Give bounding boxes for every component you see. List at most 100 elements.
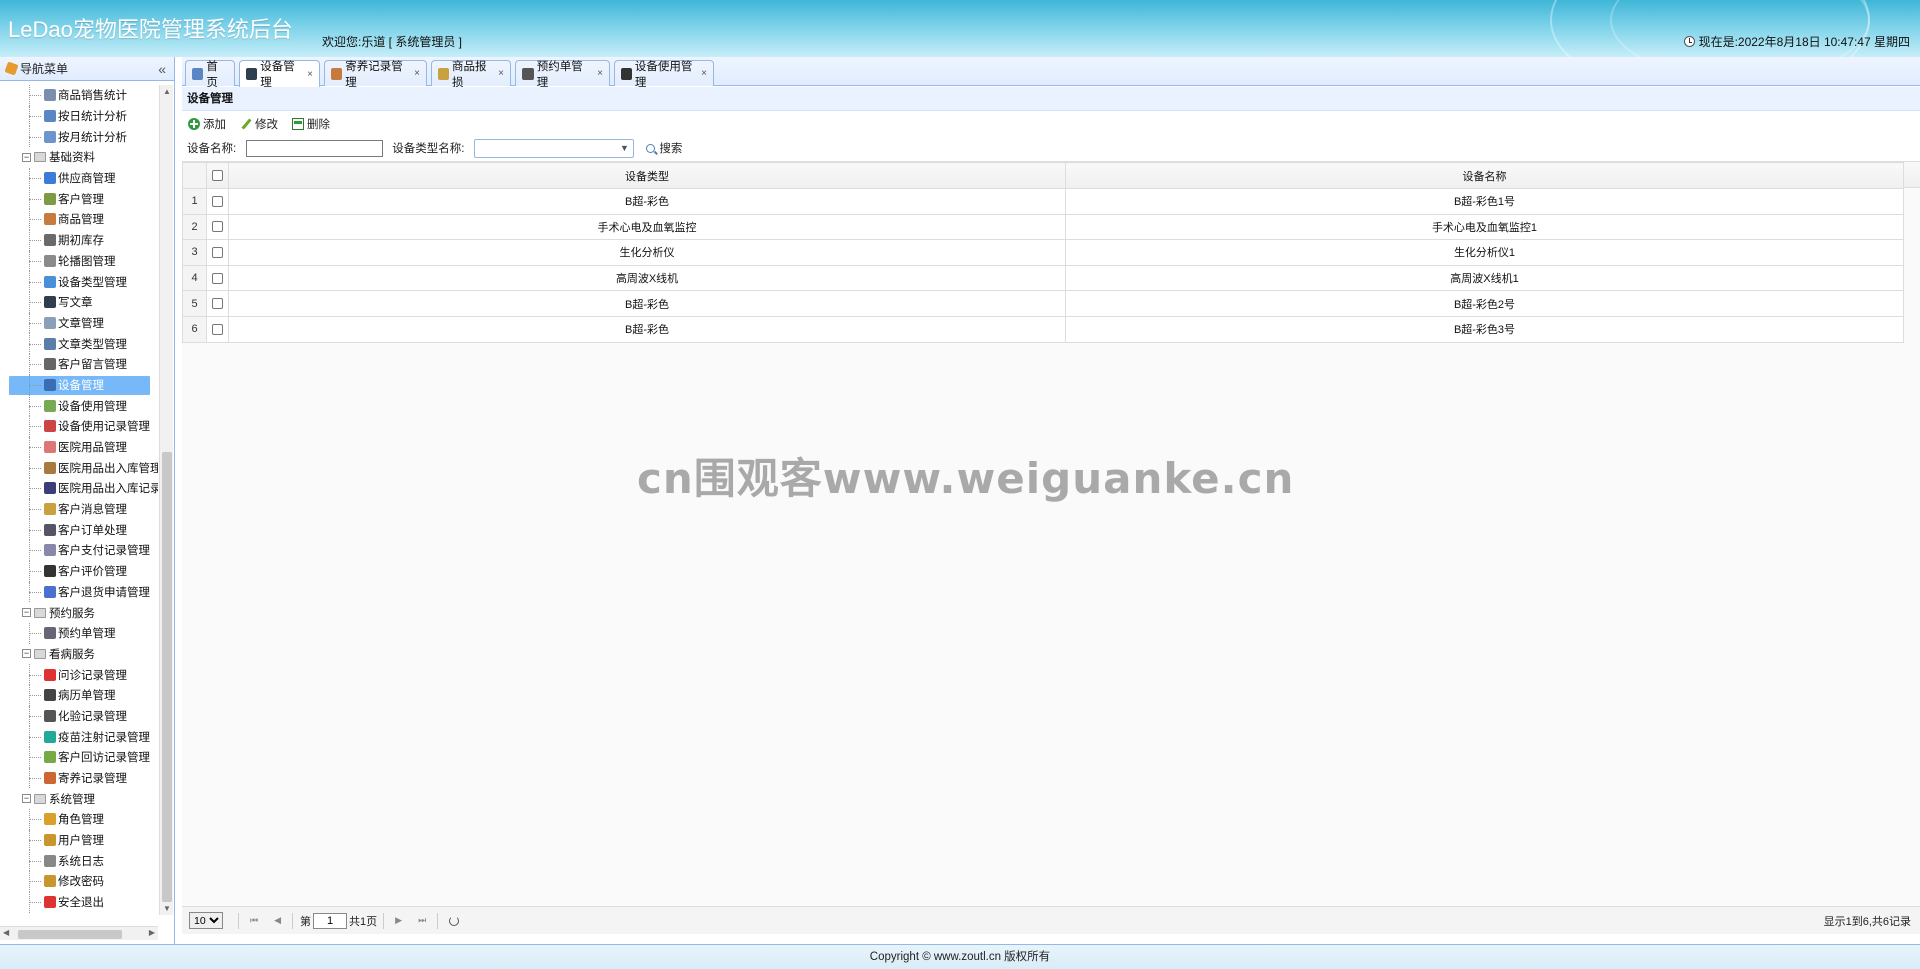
tab-5[interactable]: 设备使用管理 × (614, 60, 714, 89)
row-checkbox[interactable] (212, 247, 223, 259)
select-all-checkbox[interactable] (212, 170, 223, 182)
sidebar-item[interactable]: 预约单管理 (0, 622, 158, 644)
search-icon (646, 143, 656, 153)
refresh-icon[interactable] (449, 915, 460, 926)
tab-1[interactable]: 设备管理 × (239, 60, 320, 89)
sidebar-item[interactable]: 客户回访记录管理 (0, 747, 158, 768)
scroll-right-icon[interactable]: ▶ (149, 928, 155, 937)
first-page-icon[interactable]: ⏮ (250, 915, 258, 926)
scroll-up-icon[interactable]: ▲ (163, 87, 171, 96)
sidebar-item[interactable]: 供应商管理 (0, 167, 158, 189)
device-name-input[interactable] (246, 139, 384, 157)
sidebar-item[interactable]: 设备使用记录管理 (0, 416, 158, 437)
sidebar-item[interactable]: 病历单管理 (0, 684, 158, 706)
collapse-node-icon[interactable]: − (22, 794, 31, 804)
tab-icon (438, 67, 449, 80)
sidebar-item[interactable]: 客户支付记录管理 (0, 540, 158, 561)
sidebar-item[interactable]: 按月统计分析 (0, 126, 158, 147)
sidebar-item[interactable]: 客户消息管理 (0, 498, 158, 520)
column-header-device-name[interactable]: 设备名称 (1065, 162, 1904, 189)
sidebar-item[interactable]: 文章管理 (0, 312, 158, 334)
add-button[interactable]: 添加 (188, 116, 226, 132)
tab-4[interactable]: 预约单管理 × (515, 60, 610, 89)
table-row[interactable]: 4 高周波X线机 高周波X线机1 (182, 264, 1904, 292)
prev-page-icon[interactable]: ◀ (274, 915, 281, 926)
sidebar-item[interactable]: 修改密码 (0, 871, 158, 892)
sidebar-item[interactable]: 医院用品出入库管理 (0, 457, 158, 478)
collapse-node-icon[interactable]: − (22, 152, 31, 162)
collapse-node-icon[interactable]: − (22, 608, 31, 618)
close-tab-icon[interactable]: × (597, 68, 603, 79)
sidebar-item[interactable]: 按日统计分析 (0, 105, 158, 127)
close-tab-icon[interactable]: × (414, 68, 420, 79)
tab-3[interactable]: 商品报损 × (431, 60, 511, 89)
sidebar-item[interactable]: 用户管理 (0, 829, 158, 851)
tab-0[interactable]: 首页 (185, 60, 235, 89)
scroll-down-icon[interactable]: ▼ (163, 904, 171, 913)
sidebar-group[interactable]: − 系统管理 (0, 788, 158, 809)
sidebar-item[interactable]: 疫苗注射记录管理 (0, 726, 158, 747)
tab-label: 预约单管理 (536, 60, 583, 89)
sidebar-item[interactable]: 客户管理 (0, 188, 158, 209)
search-button[interactable]: 搜索 (646, 140, 682, 156)
sidebar-item[interactable]: 设备管理 (0, 374, 158, 396)
row-checkbox[interactable] (212, 323, 223, 335)
row-checkbox[interactable] (212, 221, 223, 233)
collapse-node-icon[interactable]: − (22, 649, 31, 659)
sidebar-item-label: 病历单管理 (58, 690, 116, 703)
edit-button[interactable]: 修改 (240, 116, 278, 132)
scrollbar-thumb[interactable] (18, 930, 122, 939)
sidebar-group[interactable]: − 预约服务 (0, 602, 158, 623)
sidebar-vertical-scrollbar[interactable]: ▲ ▼ (159, 85, 173, 915)
menu-item-icon (44, 875, 56, 888)
scrollbar-thumb[interactable] (162, 452, 172, 902)
sidebar-item[interactable]: 安全退出 (0, 891, 158, 913)
table-row[interactable]: 1 B超-彩色 B超-彩色1号 (182, 188, 1904, 215)
sidebar-item[interactable]: 商品管理 (0, 209, 158, 230)
scroll-left-icon[interactable]: ◀ (3, 928, 9, 937)
chevron-down-icon[interactable]: ▼ (615, 140, 633, 157)
page-size-select[interactable]: 10 (189, 912, 223, 929)
sidebar-item[interactable]: 问诊记录管理 (0, 664, 158, 685)
sidebar-item[interactable]: 医院用品出入库记录 (0, 478, 158, 499)
sidebar-item[interactable]: 写文章 (0, 291, 158, 313)
sidebar-item[interactable]: 化验记录管理 (0, 705, 158, 727)
sidebar-item[interactable]: 期初库存 (0, 229, 158, 251)
table-row[interactable]: 2 手术心电及血氧监控 手术心电及血氧监控1 (182, 213, 1904, 241)
sidebar-group[interactable]: − 基础资料 (0, 147, 158, 168)
close-tab-icon[interactable]: × (498, 68, 504, 79)
sidebar-group[interactable]: − 看病服务 (0, 644, 158, 665)
next-page-icon[interactable]: ▶ (395, 915, 402, 926)
row-checkbox[interactable] (212, 272, 223, 284)
table-row[interactable]: 6 B超-彩色 B超-彩色3号 (182, 315, 1904, 343)
sidebar-item[interactable]: 设备使用管理 (0, 395, 158, 416)
sidebar-item[interactable]: 客户退货申请管理 (0, 581, 158, 603)
sidebar-item[interactable]: 客户订单处理 (0, 519, 158, 540)
row-checkbox[interactable] (212, 298, 223, 310)
close-tab-icon[interactable]: × (307, 69, 313, 80)
table-row[interactable]: 3 生化分析仪 生化分析仪1 (182, 239, 1904, 266)
sidebar-item[interactable]: 角色管理 (0, 809, 158, 830)
last-page-icon[interactable]: ⏭ (418, 915, 426, 926)
sidebar-horizontal-scrollbar[interactable]: ◀ ▶ (0, 926, 158, 940)
page-number-input[interactable] (313, 912, 348, 929)
sidebar-item[interactable]: 文章类型管理 (0, 333, 158, 354)
sidebar-item[interactable]: 轮播图管理 (0, 250, 158, 272)
tab-2[interactable]: 寄养记录管理 × (324, 60, 427, 89)
collapse-sidebar-button[interactable]: « (158, 61, 166, 77)
device-type-select[interactable]: ▼ (474, 138, 635, 158)
sidebar-item[interactable]: 客户评价管理 (0, 560, 158, 582)
row-number: 4 (182, 264, 207, 292)
sidebar-item[interactable]: 设备类型管理 (0, 271, 158, 292)
sidebar-item[interactable]: 商品销售统计 (0, 85, 158, 106)
sidebar-item[interactable]: 寄养记录管理 (0, 767, 158, 789)
row-checkbox[interactable] (212, 195, 223, 207)
sidebar-item[interactable]: 系统日志 (0, 850, 158, 871)
sidebar-item[interactable]: 医院用品管理 (0, 436, 158, 458)
menu-item-icon (44, 441, 56, 454)
sidebar-item[interactable]: 客户留言管理 (0, 353, 158, 375)
close-tab-icon[interactable]: × (701, 68, 707, 79)
table-row[interactable]: 5 B超-彩色 B超-彩色2号 (182, 290, 1904, 317)
delete-button[interactable]: 删除 (292, 116, 330, 132)
column-header-device-type[interactable]: 设备类型 (228, 162, 1066, 189)
